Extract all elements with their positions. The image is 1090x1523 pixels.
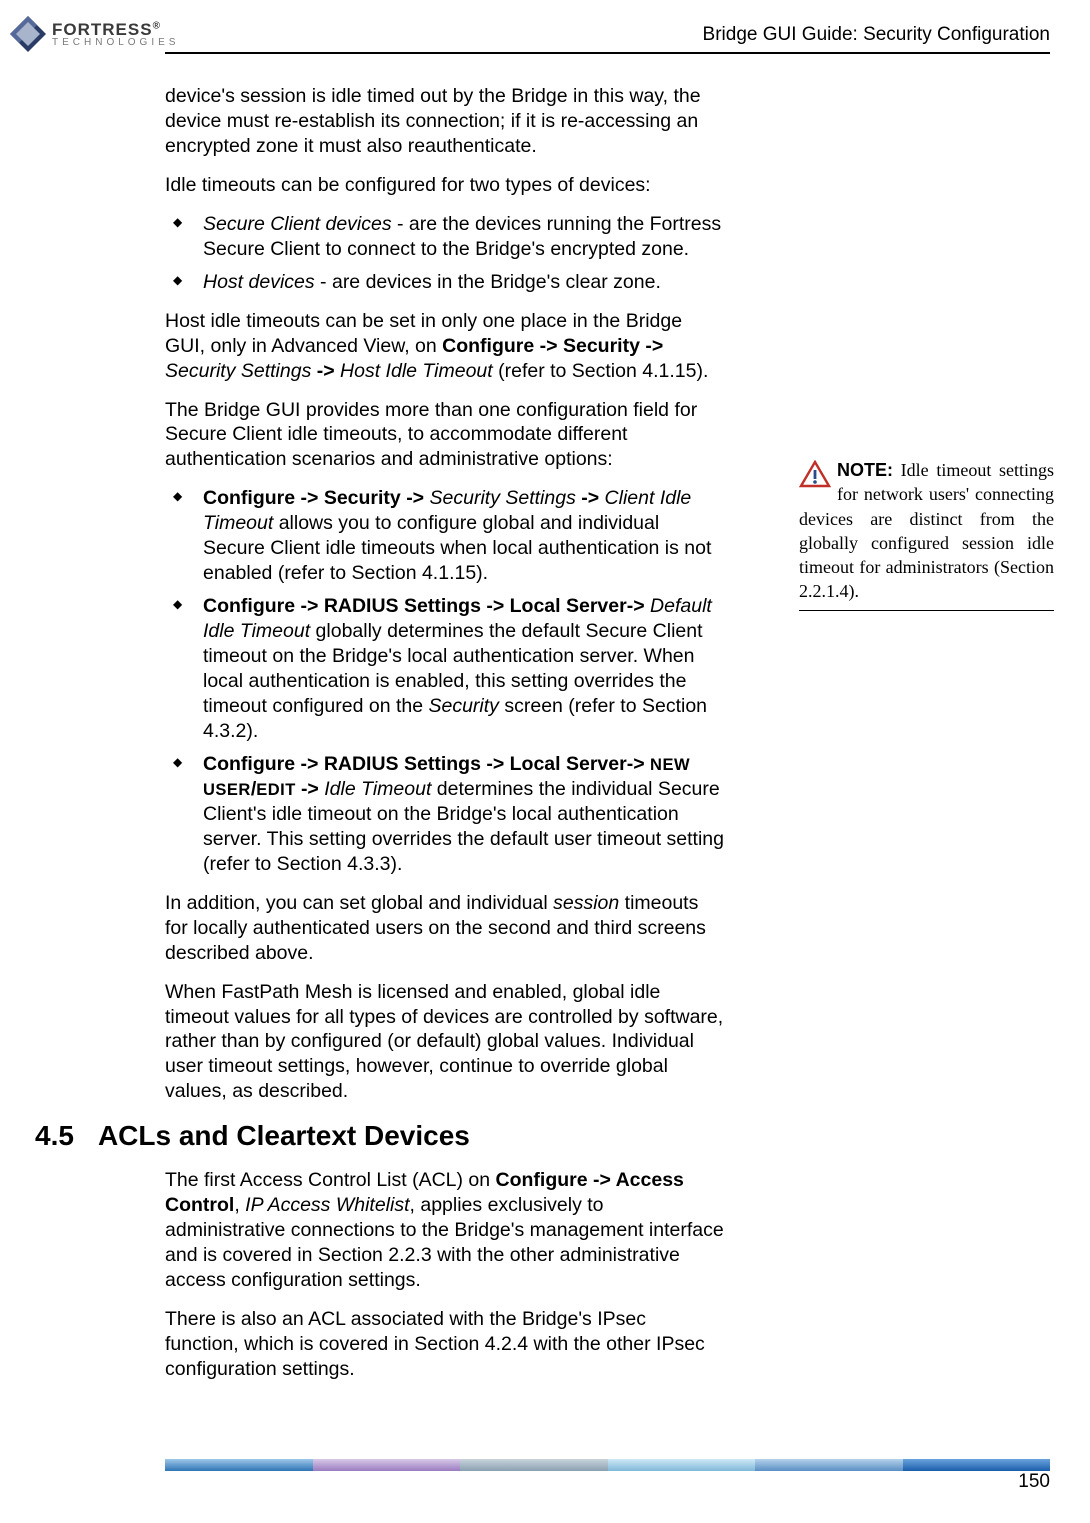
paragraph: Host idle timeouts can be set in only on… [165,309,725,384]
page-number: 150 [1018,1471,1050,1493]
list-item: Secure Client devices - are the devices … [165,212,725,262]
list-item: Configure -> Security -> Security Settin… [165,486,725,586]
list-item: Configure -> RADIUS Settings -> Local Se… [165,594,725,744]
list-item: Host devices - are devices in the Bridge… [165,270,725,295]
warning-info-icon [799,460,831,488]
logo-brand: FORTRESS® [52,21,179,38]
sidebar-note: NOTE: Idle timeout settings for network … [799,458,1054,611]
logo: FORTRESS® TECHNOLOGIES [8,14,179,54]
list-item: Configure -> RADIUS Settings -> Local Se… [165,752,725,877]
section-title: ACLs and Cleartext Devices [98,1118,470,1154]
paragraph: There is also an ACL associated with the… [165,1307,725,1382]
paragraph: device's session is idle timed out by th… [165,84,725,159]
section-number: 4.5 [35,1118,74,1154]
logo-mark-icon [8,14,48,54]
note-rule [799,610,1054,611]
logo-subtitle: TECHNOLOGIES [52,38,179,48]
paragraph: Idle timeouts can be configured for two … [165,173,725,198]
paragraph: The Bridge GUI provides more than one co… [165,398,725,473]
paragraph: In addition, you can set global and indi… [165,891,725,966]
header-rule [165,52,1050,54]
logo-text: FORTRESS® TECHNOLOGIES [52,21,179,48]
section-heading: 4.5 ACLs and Cleartext Devices [35,1118,725,1154]
paragraph: The first Access Control List (ACL) on C… [165,1168,725,1293]
main-content: device's session is idle timed out by th… [165,84,725,1396]
paragraph: When FastPath Mesh is licensed and enabl… [165,980,725,1105]
device-types-list: Secure Client devices - are the devices … [165,212,725,295]
header-breadcrumb: Bridge GUI Guide: Security Configuration [703,24,1050,46]
config-paths-list: Configure -> Security -> Security Settin… [165,486,725,876]
note-label: NOTE: [837,460,893,480]
footer-color-bar [165,1459,1050,1471]
note-text: Idle timeout settings for network users'… [799,460,1054,601]
